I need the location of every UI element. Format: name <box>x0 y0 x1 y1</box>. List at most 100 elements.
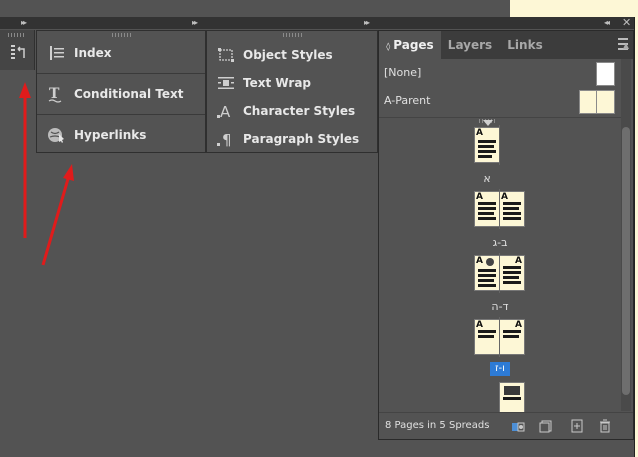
text-block <box>503 335 519 338</box>
panel-item-label: Conditional Text <box>74 87 184 101</box>
new-page-icon[interactable] <box>570 419 584 433</box>
document-page-edge <box>634 0 638 457</box>
master-prefix: A <box>476 192 483 202</box>
panel-item-object-styles[interactable]: Object Styles <box>207 41 377 69</box>
tab-label: Pages <box>393 38 434 52</box>
styles-panel-group: Object Styles Text Wrap A Character Styl… <box>206 30 378 153</box>
new-master-icon[interactable] <box>539 419 553 433</box>
text-block <box>503 266 521 269</box>
panel-item-label: Text Wrap <box>243 76 312 90</box>
edit-page-size-icon[interactable] <box>511 419 525 433</box>
panel-item-text-wrap[interactable]: Text Wrap <box>207 69 377 97</box>
text-block <box>478 279 494 282</box>
page-thumbnail[interactable]: A <box>500 320 524 354</box>
document-page-edge-top <box>510 0 638 17</box>
text-block <box>503 212 521 215</box>
red-arrow-annotation <box>19 82 74 266</box>
master-pages-divider[interactable] <box>379 117 621 118</box>
spread-spine <box>499 253 500 293</box>
page-thumbnail[interactable]: A <box>475 256 499 290</box>
collapse-double-arrow-icon[interactable]: ▸▸ <box>192 17 198 29</box>
tab-layers[interactable]: Layers <box>441 31 499 59</box>
text-block <box>503 207 519 210</box>
character-styles-icon: A <box>217 103 231 119</box>
collapse-double-arrow-icon[interactable]: ▸▸ <box>21 17 27 29</box>
page-thumbnail[interactable] <box>500 383 524 413</box>
text-block <box>478 284 496 287</box>
text-block <box>503 330 521 333</box>
chevron-updown-icon: ◊ <box>386 42 391 51</box>
spread-spine <box>499 189 500 229</box>
page-thumbnail[interactable]: A <box>475 192 499 226</box>
text-block <box>478 140 496 143</box>
scrollbar-thumb[interactable] <box>622 127 630 395</box>
master-prefix: A <box>515 320 522 330</box>
text-block <box>478 330 496 333</box>
text-block <box>478 202 496 205</box>
panel-item-index[interactable]: Index <box>37 33 205 74</box>
master-item-a-parent[interactable]: A-Parent <box>379 87 621 115</box>
master-label: A-Parent <box>384 94 431 107</box>
master-thumbnail <box>596 90 615 114</box>
grip-handle[interactable] <box>283 33 303 37</box>
text-block <box>503 202 521 205</box>
tab-links[interactable]: Links <box>499 31 551 59</box>
section-start-icon <box>483 120 493 126</box>
spread-spine <box>499 317 500 357</box>
page-thumbnail[interactable]: A <box>475 128 499 162</box>
pages-panel-header[interactable]: ◂◂ ✕ <box>378 17 634 29</box>
spread-label-selected: ו-ז <box>490 362 510 376</box>
tab-pages[interactable]: ◊ Pages <box>379 31 441 59</box>
page-thumbnail[interactable]: A <box>500 256 524 290</box>
object-styles-icon <box>218 48 234 62</box>
collapse-double-arrow-icon[interactable]: ▸▸ <box>364 17 370 29</box>
collapse-double-arrow-icon[interactable]: ◂◂ <box>604 17 610 29</box>
master-prefix: A <box>476 128 483 138</box>
panel-item-label: Paragraph Styles <box>243 132 360 146</box>
page-count-status: 8 Pages in 5 Spreads <box>385 420 490 431</box>
master-label: [None] <box>384 66 422 79</box>
image-placeholder <box>504 386 520 395</box>
text-block <box>503 397 521 400</box>
spread-spine <box>499 125 500 165</box>
text-block <box>478 335 494 338</box>
close-icon[interactable]: ✕ <box>622 17 631 29</box>
text-block <box>478 145 494 148</box>
text-block <box>503 217 521 220</box>
spread-label: ב-ג <box>492 236 508 249</box>
panel-item-label: Object Styles <box>243 48 333 62</box>
panel-item-label: Character Styles <box>243 104 356 118</box>
page-thumbnail[interactable]: A <box>475 320 499 354</box>
image-placeholder <box>486 258 494 266</box>
pages-scrollbar[interactable] <box>621 59 631 411</box>
svg-text:A: A <box>220 103 231 119</box>
panel-item-character-styles[interactable]: A Character Styles <box>207 97 377 125</box>
grip-handle[interactable] <box>8 33 26 37</box>
master-item-none[interactable]: [None] <box>379 59 621 87</box>
text-block <box>478 217 496 220</box>
story-editor-icon[interactable] <box>9 43 27 61</box>
text-block <box>478 155 492 158</box>
tab-label: Layers <box>447 38 493 52</box>
text-block <box>503 271 521 274</box>
tab-label: Links <box>507 38 543 52</box>
panel-tab-bar: ◊ Pages Layers Links <box>379 31 633 59</box>
text-block <box>503 281 521 284</box>
page-thumbnail[interactable]: A <box>500 192 524 226</box>
text-block <box>478 150 496 153</box>
panel-item-label: Index <box>74 46 112 60</box>
index-icon <box>50 46 64 60</box>
text-block <box>478 269 496 272</box>
master-thumbnail <box>596 62 615 86</box>
panel-dock-header-left[interactable]: ▸▸ <box>0 17 110 29</box>
text-block <box>478 212 494 215</box>
panel-dock-header-middle[interactable]: ▸▸ ▸▸ <box>110 17 378 29</box>
text-block <box>503 276 519 279</box>
text-block <box>478 207 496 210</box>
trash-icon[interactable] <box>598 419 612 433</box>
master-prefix: A <box>515 256 522 266</box>
svg-text:¶: ¶ <box>222 131 232 147</box>
spread-label: א <box>483 172 491 185</box>
scroll-up-icon[interactable]: ▲ <box>623 41 629 50</box>
panel-item-paragraph-styles[interactable]: ¶ Paragraph Styles <box>207 125 377 153</box>
